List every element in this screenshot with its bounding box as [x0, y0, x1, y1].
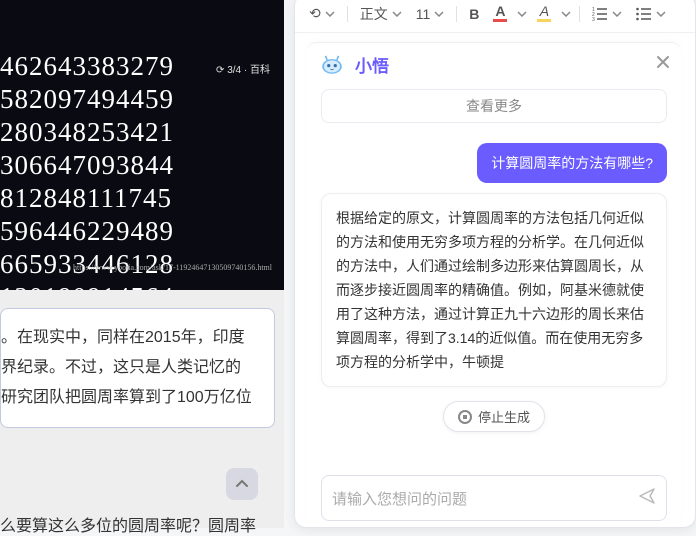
style-label: 正文 — [360, 4, 388, 24]
pi-line: 582097494459 — [0, 83, 284, 116]
background-document-pane: ⟳ 3/4 · 百科 462643383279 582097494459 280… — [0, 0, 284, 528]
chat-body: 查看更多 计算圆周率的方法有哪些? 根据给定的原文，计算圆周率的方法包括几何近似… — [307, 85, 681, 469]
see-more-button[interactable]: 查看更多 — [321, 89, 667, 123]
numbered-list-button[interactable]: 123 — [588, 5, 626, 23]
document-body-text: 么要算这么多位的圆周率呢？圆周率 — [0, 512, 284, 536]
assistant-message-text: 根据给定的原文，计算圆周率的方法包括几何近似的方法和使用无穷多项方程的分析学。在… — [336, 210, 644, 370]
close-button[interactable] — [655, 53, 671, 76]
context-line: 。在现实中，同样在2015年，印度 — [1, 323, 270, 353]
scroll-to-top-button[interactable] — [226, 468, 258, 500]
stop-icon — [458, 410, 472, 424]
chat-input-placeholder: 请输入您想问的问题 — [332, 488, 467, 509]
chevron-down-icon — [434, 11, 444, 17]
editor-panel: ⟲ 正文 11 B A A 123 — [294, 0, 696, 528]
pi-digits-block: ⟳ 3/4 · 百科 462643383279 582097494459 280… — [0, 0, 284, 290]
svg-text:3: 3 — [592, 17, 595, 21]
pi-line: 812848111745 — [0, 182, 284, 215]
chevron-down-icon — [392, 11, 402, 17]
context-line: 界纪录。不过，这只是人类记忆的 — [1, 353, 270, 383]
chevron-down-icon[interactable] — [561, 11, 571, 17]
stop-label: 停止生成 — [478, 407, 530, 426]
context-snippet-box: 。在现实中，同样在2015年，印度 界纪录。不过，这只是人类记忆的 研究团队把圆… — [0, 308, 275, 428]
source-caption: https://www.yoojia.com/ask/17-1192464713… — [73, 251, 272, 284]
toolbar-divider — [347, 6, 348, 22]
chevron-down-icon[interactable] — [517, 11, 527, 17]
user-message-text: 计算圆周率的方法有哪些? — [491, 155, 653, 171]
highlight-letter: A — [540, 5, 549, 17]
toolbar-divider — [456, 6, 457, 22]
see-more-label: 查看更多 — [466, 96, 522, 116]
paragraph-style-dropdown[interactable]: 正文 — [356, 2, 406, 26]
numbered-list-icon: 123 — [592, 7, 608, 21]
font-color-swatch — [493, 19, 507, 22]
editor-toolbar: ⟲ 正文 11 B A A 123 — [295, 0, 695, 33]
chevron-down-icon — [612, 11, 622, 17]
send-button[interactable] — [638, 487, 656, 509]
stop-generating-button[interactable]: 停止生成 — [443, 401, 545, 432]
pi-line: 306647093844 — [0, 149, 284, 182]
undo-icon: ⟲ — [309, 5, 321, 22]
toolbar-divider — [579, 6, 580, 22]
chevron-down-icon — [325, 11, 335, 17]
chat-input[interactable]: 请输入您想问的问题 — [321, 475, 667, 521]
close-icon — [655, 54, 671, 70]
chevron-up-icon — [234, 476, 250, 492]
user-message: 计算圆周率的方法有哪些? — [477, 143, 667, 183]
context-line: 研究团队把圆周率算到了100万亿位 — [1, 383, 270, 413]
ai-avatar-icon — [319, 51, 345, 77]
assistant-message: 根据给定的原文，计算圆周率的方法包括几何近似的方法和使用无穷多项方程的分析学。在… — [321, 193, 667, 387]
pi-line: 280348253421 — [0, 116, 284, 149]
font-size-dropdown[interactable]: 11 — [412, 4, 449, 24]
bold-button[interactable]: B — [465, 4, 483, 24]
undo-button[interactable]: ⟲ — [305, 3, 339, 24]
send-icon — [638, 487, 656, 505]
highlight-swatch — [537, 19, 551, 22]
bulleted-list-button[interactable] — [632, 5, 670, 23]
overlay-badge: ⟳ 3/4 · 百科 — [216, 54, 270, 87]
font-size-value: 11 — [416, 6, 431, 22]
highlight-color-dropdown[interactable]: A — [533, 3, 555, 24]
chevron-down-icon — [656, 11, 666, 17]
font-color-dropdown[interactable]: A — [489, 3, 511, 24]
ai-name: 小悟 — [355, 52, 389, 77]
bulleted-list-icon — [636, 7, 652, 21]
ai-header: 小悟 — [307, 43, 681, 85]
bold-icon: B — [469, 6, 479, 22]
pi-line: 596446229489 — [0, 215, 284, 248]
ai-assistant-panel: 小悟 查看更多 计算圆周率的方法有哪些? 根据给定的原文，计算圆周率的方法包括几… — [307, 42, 681, 528]
font-color-letter: A — [495, 5, 505, 17]
